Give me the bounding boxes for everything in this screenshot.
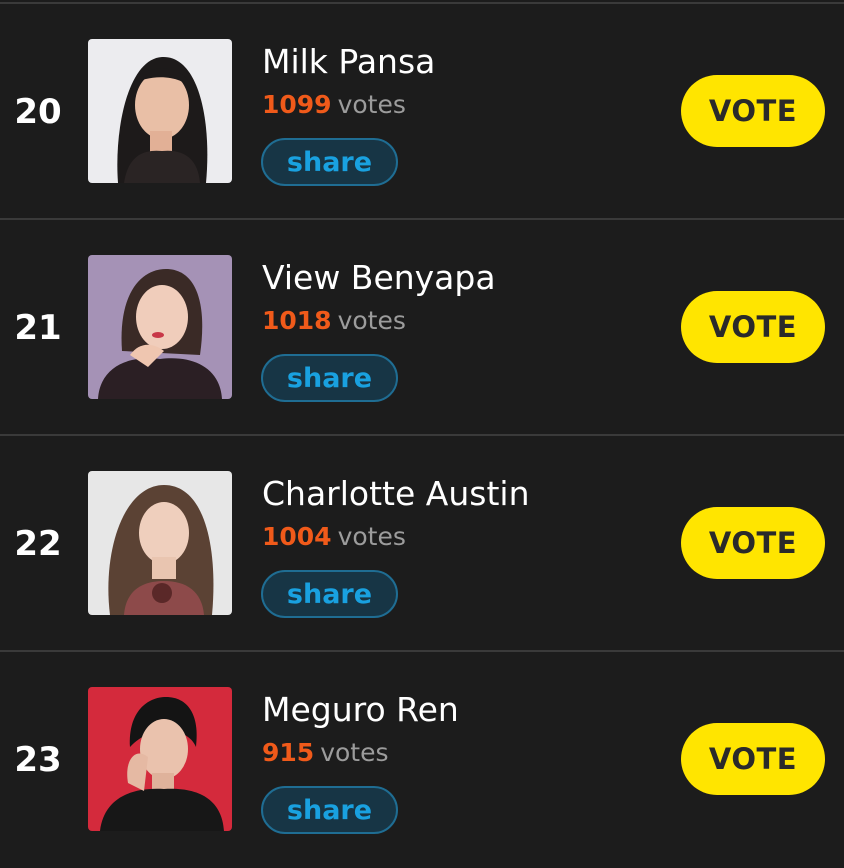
rank-number: 21 [14,308,62,348]
vote-tally: 1018 votes [262,306,406,335]
votes-label: votes [337,90,406,119]
rank-number: 22 [14,524,62,564]
vote-button[interactable]: VOTE [681,291,825,363]
contestant-name: View Benyapa [262,258,496,297]
rank-number: 20 [14,92,62,132]
contestant-photo[interactable] [88,39,232,183]
list-item: 22 Charlotte Austin 1004 votes share VOTE [0,436,844,652]
contestant-photo[interactable] [88,255,232,399]
contestant-name: Milk Pansa [262,42,436,81]
vote-count: 1099 [262,90,332,119]
vote-count: 1004 [262,522,332,551]
share-button[interactable]: share [261,354,398,402]
vote-tally: 915 votes [262,738,389,767]
contestant-photo[interactable] [88,687,232,831]
contestant-photo[interactable] [88,471,232,615]
votes-label: votes [337,522,406,551]
vote-button[interactable]: VOTE [681,507,825,579]
rank-number: 23 [14,740,62,780]
share-button[interactable]: share [261,138,398,186]
list-item: 20 Milk Pansa 1099 votes share VOTE [0,4,844,220]
share-button[interactable]: share [261,786,398,834]
vote-count: 1018 [262,306,332,335]
list-item: 21 View Benyapa 1018 votes share VOTE [0,220,844,436]
vote-tally: 1099 votes [262,90,406,119]
votes-label: votes [337,306,406,335]
contestant-name: Charlotte Austin [262,474,530,513]
contestant-name: Meguro Ren [262,690,459,729]
list-item: 23 Meguro Ren 915 votes share VOTE [0,652,844,868]
share-button[interactable]: share [261,570,398,618]
vote-button[interactable]: VOTE [681,75,825,147]
ranking-list: 20 Milk Pansa 1099 votes share VOTE 21 V… [0,0,844,865]
vote-count: 915 [262,738,315,767]
votes-label: votes [320,738,389,767]
vote-button[interactable]: VOTE [681,723,825,795]
vote-tally: 1004 votes [262,522,406,551]
